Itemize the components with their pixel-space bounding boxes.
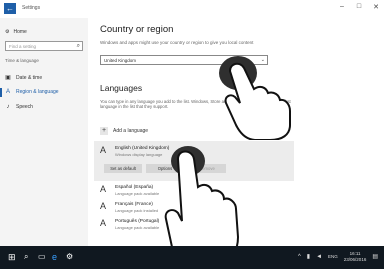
language-name: English (United Kingdom) <box>115 146 170 151</box>
language-icon: A <box>100 184 107 194</box>
search-input[interactable]: Find a setting ⌕ <box>5 41 83 51</box>
plus-icon: + <box>100 127 108 135</box>
calendar-clock-icon: ▣ <box>5 75 11 81</box>
language-actions: Set as default Options Remove <box>104 164 226 173</box>
languages-description: You can type in any language you add to … <box>100 99 291 110</box>
clock-date: 23/06/2016 <box>343 256 367 262</box>
language-icon: A <box>100 218 107 228</box>
settings-gear-icon[interactable]: ⚙ <box>66 251 73 263</box>
list-item[interactable]: A Français (France) Language pack instal… <box>100 201 159 214</box>
sidebar: ⚙ Home Find a setting ⌕ Time & language … <box>0 18 88 246</box>
language-icon: A <box>100 145 107 155</box>
sidebar-item-date-time[interactable]: ▣ Date & time <box>5 74 43 82</box>
list-item[interactable]: A Português (Portugal) Language pack ava… <box>100 218 160 231</box>
sidebar-item-label: Date & time <box>16 74 43 81</box>
list-item[interactable]: A Español (España) Language pack availab… <box>100 184 160 197</box>
search-icon[interactable]: ⌕ <box>77 43 80 50</box>
language-indicator[interactable]: ENG <box>328 254 338 259</box>
sidebar-item-speech[interactable]: ♪ Speech <box>5 104 33 110</box>
language-status: Language pack installed <box>115 208 159 213</box>
set-default-button[interactable]: Set as default <box>104 164 142 173</box>
title-bar: ← Settings – □ ✕ <box>0 0 384 18</box>
window-controls: – □ ✕ <box>338 3 380 11</box>
clock[interactable]: 16:11 23/06/2016 <box>344 251 367 262</box>
gear-icon: ⚙ <box>5 29 10 35</box>
search-icon[interactable]: ⌕ <box>24 251 28 263</box>
language-icon: A <box>100 201 107 211</box>
maximize-button[interactable]: □ <box>355 3 363 11</box>
remove-button[interactable]: Remove <box>188 164 226 173</box>
search-placeholder: Find a setting <box>9 44 37 49</box>
sidebar-item-label: Speech <box>16 104 33 110</box>
active-indicator <box>0 88 2 97</box>
languages-title: Languages <box>100 83 143 93</box>
edge-browser-icon[interactable]: e <box>52 251 57 263</box>
task-view-icon[interactable]: ▭ <box>38 251 46 263</box>
windows-start-icon[interactable]: ⊞ <box>8 251 16 263</box>
list-item[interactable]: A English (United Kingdom) Windows displ… <box>100 145 170 158</box>
language-status: Language pack available <box>115 191 160 196</box>
close-button[interactable]: ✕ <box>372 3 380 11</box>
language-name: Français (France) <box>115 202 153 207</box>
chevron-down-icon: ⌄ <box>260 57 265 63</box>
add-language-button[interactable]: + Add a language <box>100 127 148 135</box>
microphone-icon: ♪ <box>6 104 10 110</box>
add-language-label: Add a language <box>113 128 149 134</box>
window-title: Settings <box>22 5 41 11</box>
back-arrow-icon[interactable]: ← <box>4 3 16 14</box>
network-icon[interactable]: ▮ <box>307 253 310 260</box>
options-button[interactable]: Options <box>146 164 184 173</box>
nav-home-label: Home <box>13 29 27 35</box>
country-description: Windows and apps might use your country … <box>100 40 254 45</box>
minimize-button[interactable]: – <box>338 3 346 11</box>
language-name: Português (Portugal) <box>115 219 160 224</box>
taskbar: ⊞ ⌕ ▭ e ⚙ ^ ▮ ◄ ENG 16:11 23/06/2016 ▤ <box>0 246 384 269</box>
language-status: Language pack available <box>115 225 160 230</box>
chevron-up-icon[interactable]: ^ <box>298 254 301 260</box>
nav-home[interactable]: ⚙ Home <box>5 29 27 35</box>
sidebar-section-label: Time & language <box>5 58 39 63</box>
notification-icon[interactable]: ▤ <box>372 253 378 260</box>
country-value: United Kingdom <box>104 58 137 63</box>
volume-icon[interactable]: ◄ <box>316 254 322 260</box>
sidebar-item-region-language[interactable]: A Region & language <box>5 89 59 95</box>
system-tray: ^ ▮ ◄ ENG 16:11 23/06/2016 ▤ <box>298 251 378 262</box>
language-status: Windows display language <box>115 152 163 157</box>
country-title: Country or region <box>100 24 174 35</box>
language-name: Español (España) <box>115 185 154 190</box>
country-dropdown[interactable]: United Kingdom ⌄ <box>100 55 268 65</box>
sidebar-item-label: Region & language <box>16 89 59 95</box>
globe-language-icon: A <box>5 89 10 95</box>
main-content: Country or region Windows and apps might… <box>88 18 384 246</box>
